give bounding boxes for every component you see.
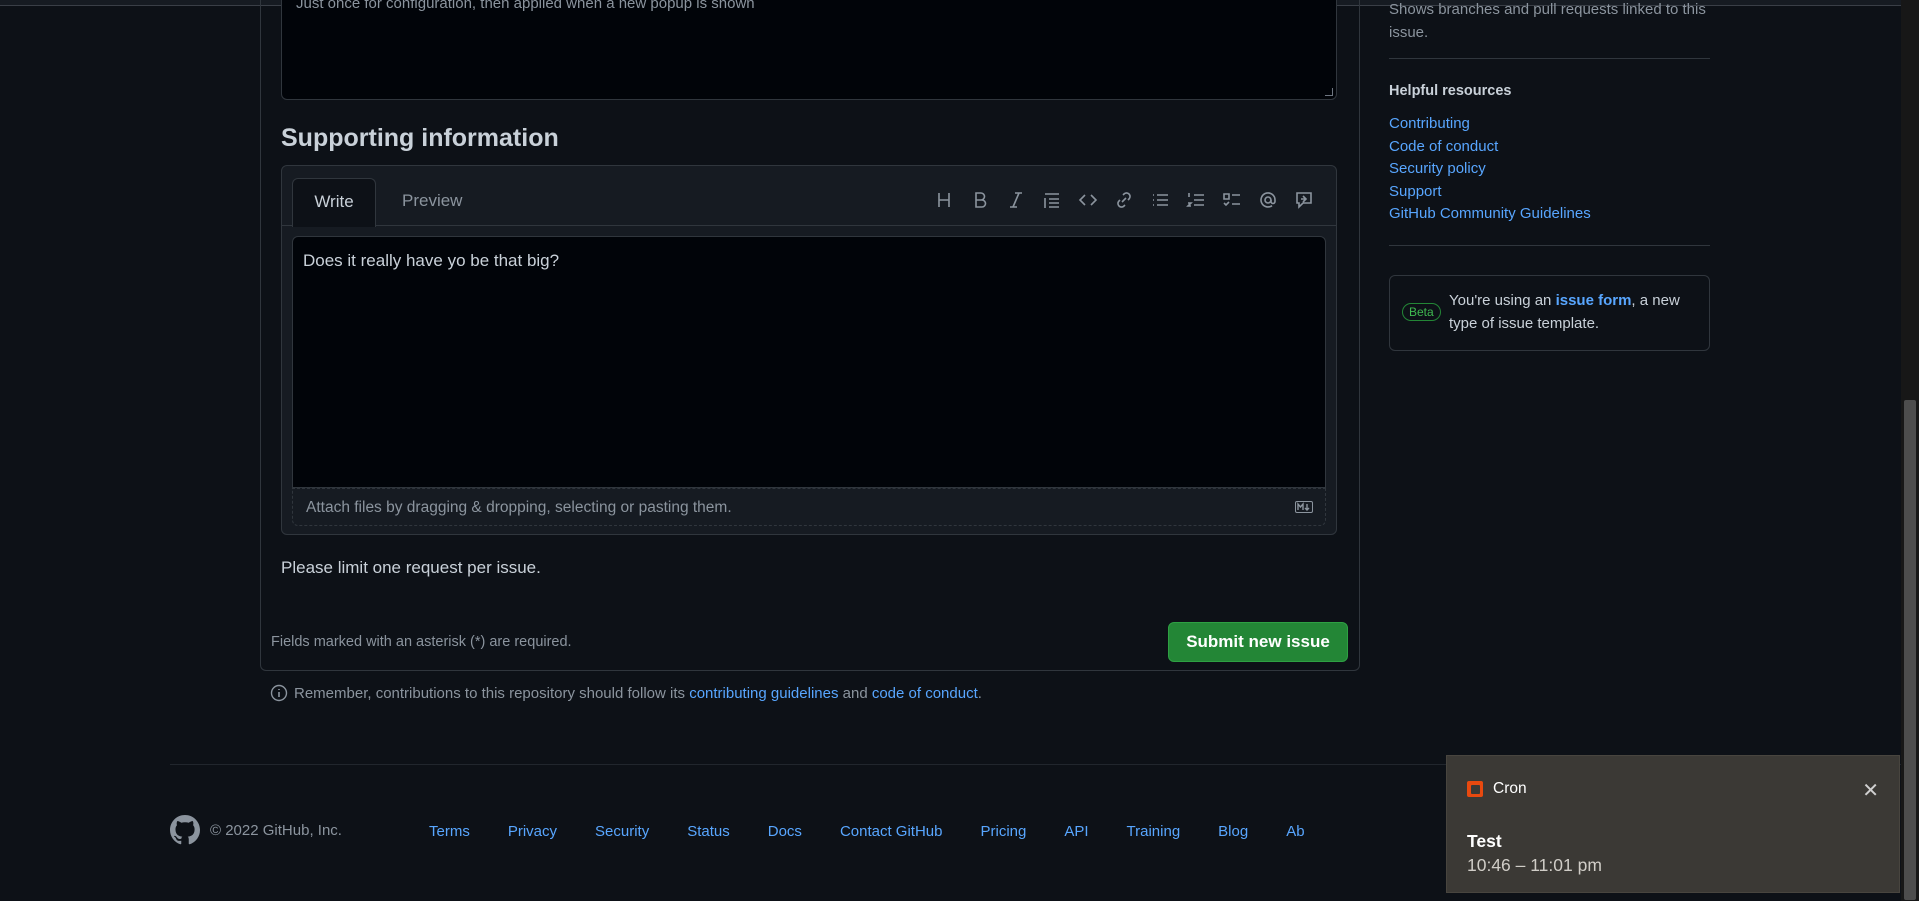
- footer-link-terms[interactable]: Terms: [429, 823, 470, 840]
- previous-textarea-value: Just once for configuration, then applie…: [296, 0, 755, 12]
- period-text: .: [977, 684, 982, 702]
- link-security-policy[interactable]: Security policy: [1389, 158, 1591, 181]
- link-community-guidelines[interactable]: GitHub Community Guidelines: [1389, 203, 1591, 226]
- sidebar-divider: [1389, 245, 1710, 246]
- footer-brand: © 2022 GitHub, Inc.: [170, 815, 342, 845]
- helpful-resources-heading: Helpful resources: [1389, 83, 1512, 99]
- reference-icon[interactable]: [1286, 188, 1322, 212]
- tab-preview[interactable]: Preview: [392, 178, 472, 224]
- footer-link-privacy[interactable]: Privacy: [508, 823, 557, 840]
- link-contributing[interactable]: Contributing: [1389, 113, 1591, 136]
- footer-link-pricing[interactable]: Pricing: [980, 823, 1026, 840]
- close-icon[interactable]: ✕: [1862, 778, 1879, 803]
- notification-toast[interactable]: Cron ✕ Test 10:46 – 11:01 pm: [1446, 755, 1900, 893]
- footer-link-blog[interactable]: Blog: [1218, 823, 1248, 840]
- submit-new-issue-button[interactable]: Submit new issue: [1168, 622, 1348, 662]
- toast-app-header: Cron: [1467, 780, 1527, 798]
- beta-description: You're using an issue form, a new type o…: [1449, 289, 1699, 335]
- resize-grip-icon[interactable]: [1325, 88, 1333, 96]
- editor-toolbar: [926, 188, 1322, 212]
- cron-app-icon: [1467, 781, 1483, 797]
- supporting-info-textarea[interactable]: Does it really have yo be that big?: [292, 236, 1326, 488]
- task-list-icon[interactable]: [1214, 188, 1250, 212]
- editor-tabbar: Write Preview: [282, 166, 1336, 227]
- quote-icon[interactable]: [1034, 188, 1070, 212]
- footer-link-training[interactable]: Training: [1127, 823, 1181, 840]
- italic-icon[interactable]: [998, 188, 1034, 212]
- required-note: Fields marked with an asterisk (*) are r…: [271, 634, 572, 650]
- previous-textarea[interactable]: Just once for configuration, then applie…: [281, 0, 1337, 100]
- link-code-of-conduct[interactable]: Code of conduct: [1389, 136, 1591, 159]
- attach-files-bar[interactable]: Attach files by dragging & dropping, sel…: [292, 488, 1326, 526]
- link-icon[interactable]: [1106, 188, 1142, 212]
- footer-link-security[interactable]: Security: [595, 823, 649, 840]
- footer-link-about[interactable]: Ab: [1286, 823, 1304, 840]
- link-support[interactable]: Support: [1389, 181, 1591, 204]
- footer-links: Terms Privacy Security Status Docs Conta…: [429, 823, 1305, 840]
- remember-text: Remember, contributions to this reposito…: [294, 684, 690, 702]
- copyright-text: © 2022 GitHub, Inc.: [210, 821, 342, 839]
- code-of-conduct-link[interactable]: code of conduct: [872, 685, 978, 702]
- sidebar-divider: [1389, 58, 1710, 59]
- page-scrollbar[interactable]: [1901, 0, 1919, 901]
- code-icon[interactable]: [1070, 188, 1106, 212]
- contribution-reminder: Remember, contributions to this reposito…: [270, 684, 982, 702]
- ordered-list-icon[interactable]: [1178, 188, 1214, 212]
- footer-link-docs[interactable]: Docs: [768, 823, 802, 840]
- issue-form-beta-card: Beta You're using an issue form, a new t…: [1389, 275, 1710, 351]
- limit-note: Please limit one request per issue.: [281, 558, 541, 577]
- mention-icon[interactable]: [1250, 188, 1286, 212]
- and-text: and: [838, 684, 872, 702]
- footer-link-status[interactable]: Status: [687, 823, 730, 840]
- issue-form-link[interactable]: issue form: [1556, 292, 1632, 309]
- toast-time: 10:46 – 11:01 pm: [1467, 855, 1602, 875]
- tab-write[interactable]: Write: [292, 178, 376, 227]
- toast-app-name: Cron: [1493, 780, 1527, 797]
- heading-icon[interactable]: [926, 188, 962, 212]
- markdown-icon[interactable]: [1295, 500, 1313, 518]
- unordered-list-icon[interactable]: [1142, 188, 1178, 212]
- beta-prefix: You're using an: [1449, 292, 1556, 309]
- footer-link-api[interactable]: API: [1064, 823, 1088, 840]
- markdown-editor: Write Preview Does it really have yo be …: [281, 165, 1337, 535]
- bold-icon[interactable]: [962, 188, 998, 212]
- section-title: Supporting information: [281, 124, 559, 152]
- contributing-guidelines-link[interactable]: contributing guidelines: [689, 685, 838, 702]
- linked-info-text: Shows branches and pull requests linked …: [1389, 1, 1706, 41]
- helpful-resources-links: Contributing Code of conduct Security po…: [1389, 113, 1591, 226]
- beta-badge: Beta: [1402, 303, 1441, 321]
- github-logo-icon[interactable]: [170, 815, 200, 845]
- scrollbar-thumb[interactable]: [1904, 400, 1916, 900]
- attach-files-hint: Attach files by dragging & dropping, sel…: [306, 499, 732, 516]
- info-icon: [270, 684, 288, 702]
- footer-link-contact[interactable]: Contact GitHub: [840, 823, 943, 840]
- toast-title: Test: [1467, 831, 1502, 851]
